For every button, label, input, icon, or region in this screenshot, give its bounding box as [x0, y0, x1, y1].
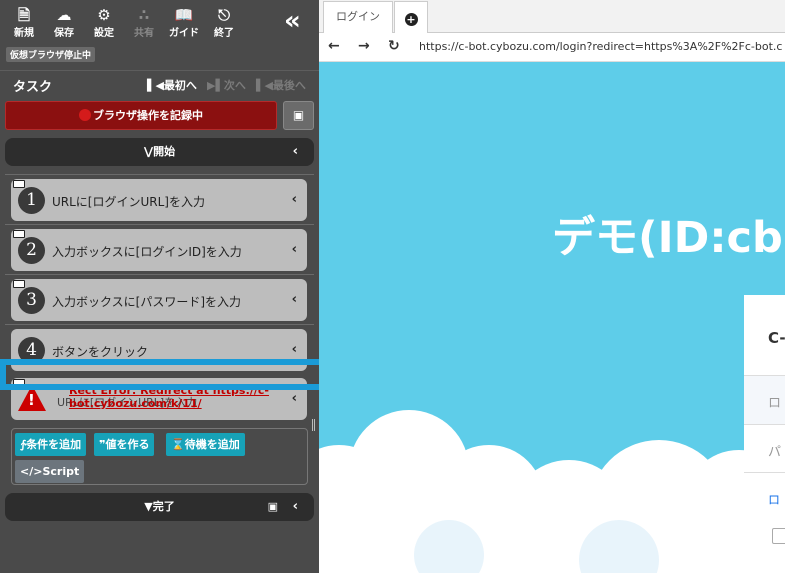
step-3[interactable]: 3 入力ボックスに[パスワード]を入力 ‹	[11, 279, 307, 321]
login-card: C- ロ パ ロ	[744, 295, 785, 573]
step-number: 3	[18, 287, 45, 314]
add-wait-button[interactable]: ⌛待機を追加	[166, 433, 245, 456]
flow-rail	[5, 224, 314, 225]
resize-handle[interactable]	[312, 419, 315, 431]
drop-target-highlight	[0, 359, 326, 390]
task-editor-panel: 🗎 新規 ☁ 保存 ⚙ 設定 ∴ 共有 📖 ガイド ⎋ 終了 « 仮想ブラウザ停…	[0, 0, 326, 573]
flag-icon: ▼	[144, 500, 153, 513]
skip-last-icon: ▌◀	[256, 79, 273, 92]
first-step-button[interactable]: ▌◀最初へ	[147, 77, 197, 93]
start-block[interactable]: ⋁開始 ‹	[5, 138, 314, 166]
cloud-upload-icon: ☁	[56, 6, 72, 24]
add-condition-button[interactable]: ∱条件を追加	[15, 433, 87, 456]
recording-button[interactable]: ブラウザ操作を記録中	[5, 101, 277, 130]
keyboard-icon	[13, 280, 25, 288]
login-link[interactable]: ロ	[768, 491, 780, 508]
hero-title: デモ(ID:cb	[552, 213, 783, 263]
hourglass-icon: ⌛	[171, 438, 185, 451]
main-toolbar: 🗎 新規 ☁ 保存 ⚙ 設定 ∴ 共有 📖 ガイド ⎋ 終了 « 仮想ブラウザ停…	[0, 0, 319, 70]
step-label: 入力ボックスに[パスワード]を入力	[52, 295, 242, 309]
play-next-icon: ▶▌	[207, 79, 224, 92]
last-step-button[interactable]: ▌◀最後へ	[256, 77, 306, 93]
task-title: タスク	[13, 80, 53, 95]
flow-rail	[5, 274, 314, 275]
chevron-left-icon[interactable]: ‹	[293, 493, 298, 521]
browser-preview: ログイン + ← → ↻ https://c-bot.cybozu.com/lo…	[319, 0, 785, 573]
chevron-left-icon[interactable]: ‹	[292, 342, 297, 357]
chevron-left-icon[interactable]: ‹	[292, 391, 297, 406]
make-value-button[interactable]: ❞値を作る	[94, 433, 155, 456]
image-icon: ▣	[292, 108, 305, 122]
remember-checkbox[interactable]	[772, 528, 785, 544]
double-chevron-left-icon: «	[284, 6, 301, 36]
book-icon: 📖	[174, 6, 194, 24]
step-1[interactable]: 1 URLに[ログインURL]を入力 ‹	[11, 179, 307, 221]
chevron-left-icon[interactable]: ‹	[293, 138, 298, 166]
password-field[interactable]: パ	[744, 426, 785, 473]
step-number: 2	[18, 237, 45, 264]
browser-status-badge: 仮想ブラウザ停止中	[6, 47, 96, 62]
screenshot-button[interactable]: ▣	[283, 101, 314, 130]
step-2[interactable]: 2 入力ボックスに[ログインID]を入力 ‹	[11, 229, 307, 271]
door-exit-icon: ⎋	[218, 6, 230, 24]
camera-icon[interactable]: ▣	[268, 493, 278, 521]
next-step-button[interactable]: ▶▌次へ	[207, 77, 246, 93]
record-dot-icon	[79, 109, 91, 121]
chevron-left-icon[interactable]: ‹	[292, 292, 297, 307]
script-button[interactable]: </>Script	[15, 460, 85, 483]
share-button[interactable]: ∴ 共有	[124, 6, 164, 39]
save-button[interactable]: ☁ 保存	[44, 6, 84, 39]
settings-button[interactable]: ⚙ 設定	[84, 6, 124, 39]
guide-button[interactable]: 📖 ガイド	[164, 6, 204, 39]
exclamation-icon: !	[28, 391, 35, 409]
double-chevron-down-icon: ⋁	[143, 145, 154, 158]
code-icon: </>	[20, 465, 43, 478]
step-label: 入力ボックスに[ログインID]を入力	[52, 245, 242, 259]
step-label: URLに[ログインURL]を入力	[52, 195, 205, 209]
exit-button[interactable]: ⎋ 終了	[204, 6, 244, 39]
keyboard-icon	[13, 180, 25, 188]
new-button[interactable]: 🗎 新規	[4, 6, 44, 39]
action-buttons-box: ∱条件を追加 ❞値を作る ⌛待機を追加 </>Script	[11, 428, 308, 485]
step-label: ボタンをクリック	[52, 345, 149, 359]
chevron-left-icon[interactable]: ‹	[292, 192, 297, 207]
share-icon: ∴	[138, 6, 150, 24]
chevron-left-icon[interactable]: ‹	[292, 242, 297, 257]
collapse-panel-button[interactable]: «	[284, 6, 301, 36]
keyboard-icon	[13, 230, 25, 238]
step-number: 1	[18, 187, 45, 214]
flow-rail	[5, 174, 314, 175]
done-block[interactable]: ▼完了 ▣ ‹	[5, 493, 314, 521]
login-id-field[interactable]: ロ	[744, 375, 785, 425]
flow-rail	[5, 324, 314, 325]
file-icon: 🗎	[17, 6, 31, 24]
cloud-shapes	[319, 410, 785, 573]
task-header: タスク ▌◀最初へ ▶▌次へ ▌◀最後へ	[0, 70, 319, 96]
clouds-background	[319, 410, 785, 573]
skip-first-icon: ▌◀	[147, 79, 164, 92]
card-title: C-	[768, 329, 785, 347]
gear-icon: ⚙	[97, 6, 111, 24]
